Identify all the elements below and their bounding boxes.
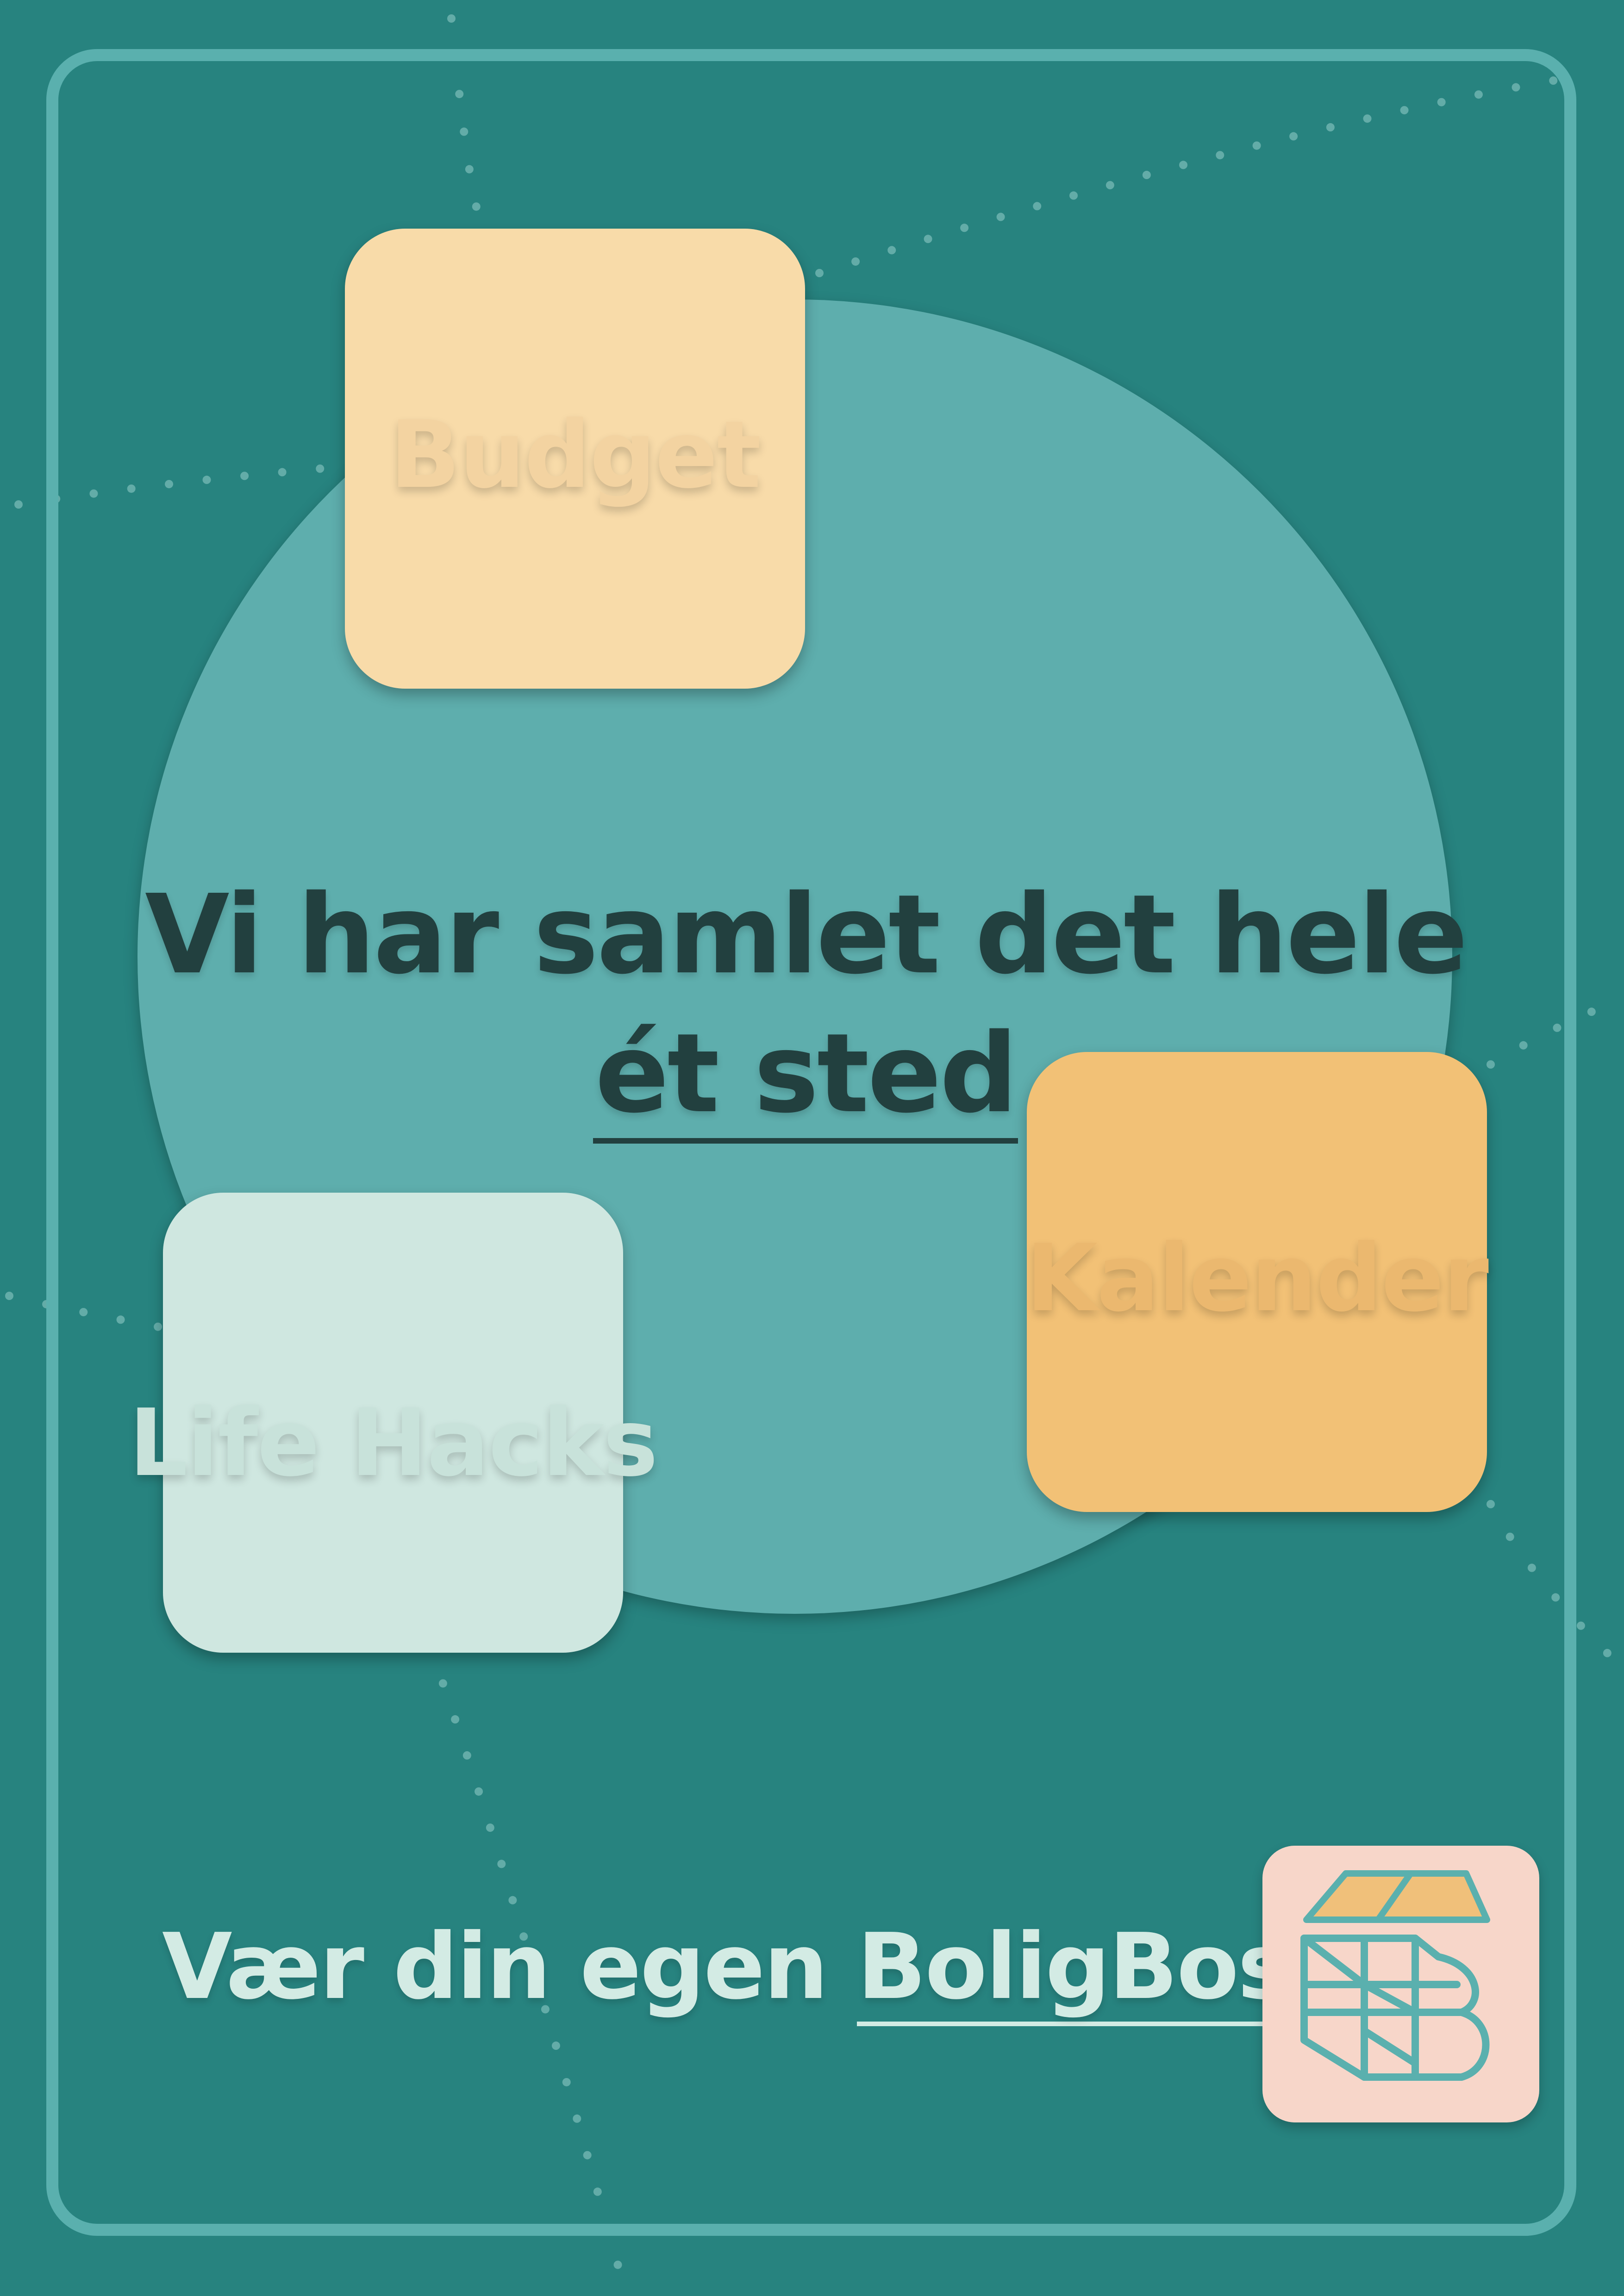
life-hacks-card-label: Life Hacks xyxy=(129,1389,658,1497)
budget-card: Budget xyxy=(345,229,805,689)
headline: Vi har samlet det hele ét sted xyxy=(139,865,1472,1144)
budget-card-label: Budget xyxy=(389,401,761,509)
headline-line-1: Vi har samlet det hele xyxy=(145,871,1468,998)
tagline: Vær din egen BoligBoss xyxy=(162,1898,1344,2036)
headline-line-2-wrapper: ét sted xyxy=(139,1004,1472,1144)
tagline-prefix: Vær din egen xyxy=(162,1914,828,2020)
boligboss-logo xyxy=(1262,1846,1539,2122)
headline-line-2: ét sted xyxy=(593,1010,1018,1144)
house-b-logo-icon xyxy=(1300,1870,1490,2081)
kalender-card-label: Kalender xyxy=(1026,1224,1489,1332)
poster: Budget Kalender Life Hacks Vi har samlet… xyxy=(0,0,1624,2296)
life-hacks-card: Life Hacks xyxy=(129,1193,658,1653)
